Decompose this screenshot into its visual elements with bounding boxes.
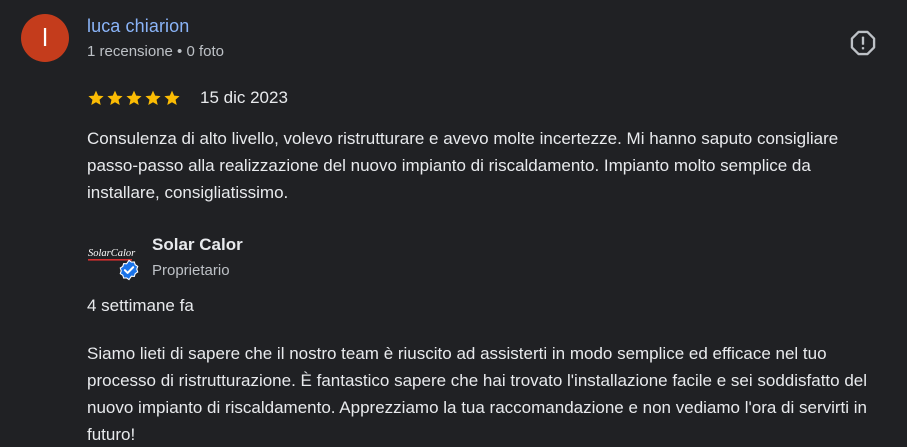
star-icon <box>88 90 104 106</box>
rating-row: 15 dic 2023 <box>87 87 288 109</box>
avatar-initial: l <box>42 23 48 52</box>
owner-name[interactable]: Solar Calor <box>152 235 243 255</box>
star-icon <box>126 90 142 106</box>
review-text: Consulenza di alto livello, volevo ristr… <box>87 129 839 202</box>
star-icon <box>107 90 123 106</box>
owner-role: Proprietario <box>152 262 230 279</box>
verified-badge-icon <box>119 259 139 281</box>
review-date: 15 dic 2023 <box>200 88 288 107</box>
report-button[interactable] <box>848 28 878 58</box>
star-icon <box>145 90 161 106</box>
report-icon <box>850 30 876 56</box>
star-icon <box>164 90 180 106</box>
owner-logo-text: SolarCalor <box>88 248 136 259</box>
reply-text: Siamo lieti di sapere che il nostro team… <box>87 344 867 444</box>
reviewer-name[interactable]: luca chiarion <box>87 16 189 37</box>
reviewer-avatar[interactable]: l <box>21 14 69 62</box>
review-card: l luca chiarion 1 recensione • 0 foto 15… <box>0 0 907 447</box>
reply-date: 4 settimane fa <box>87 296 194 315</box>
owner-logo: SolarCalor <box>87 242 139 281</box>
star-rating <box>87 89 181 107</box>
reviewer-meta: 1 recensione • 0 foto <box>87 43 225 60</box>
